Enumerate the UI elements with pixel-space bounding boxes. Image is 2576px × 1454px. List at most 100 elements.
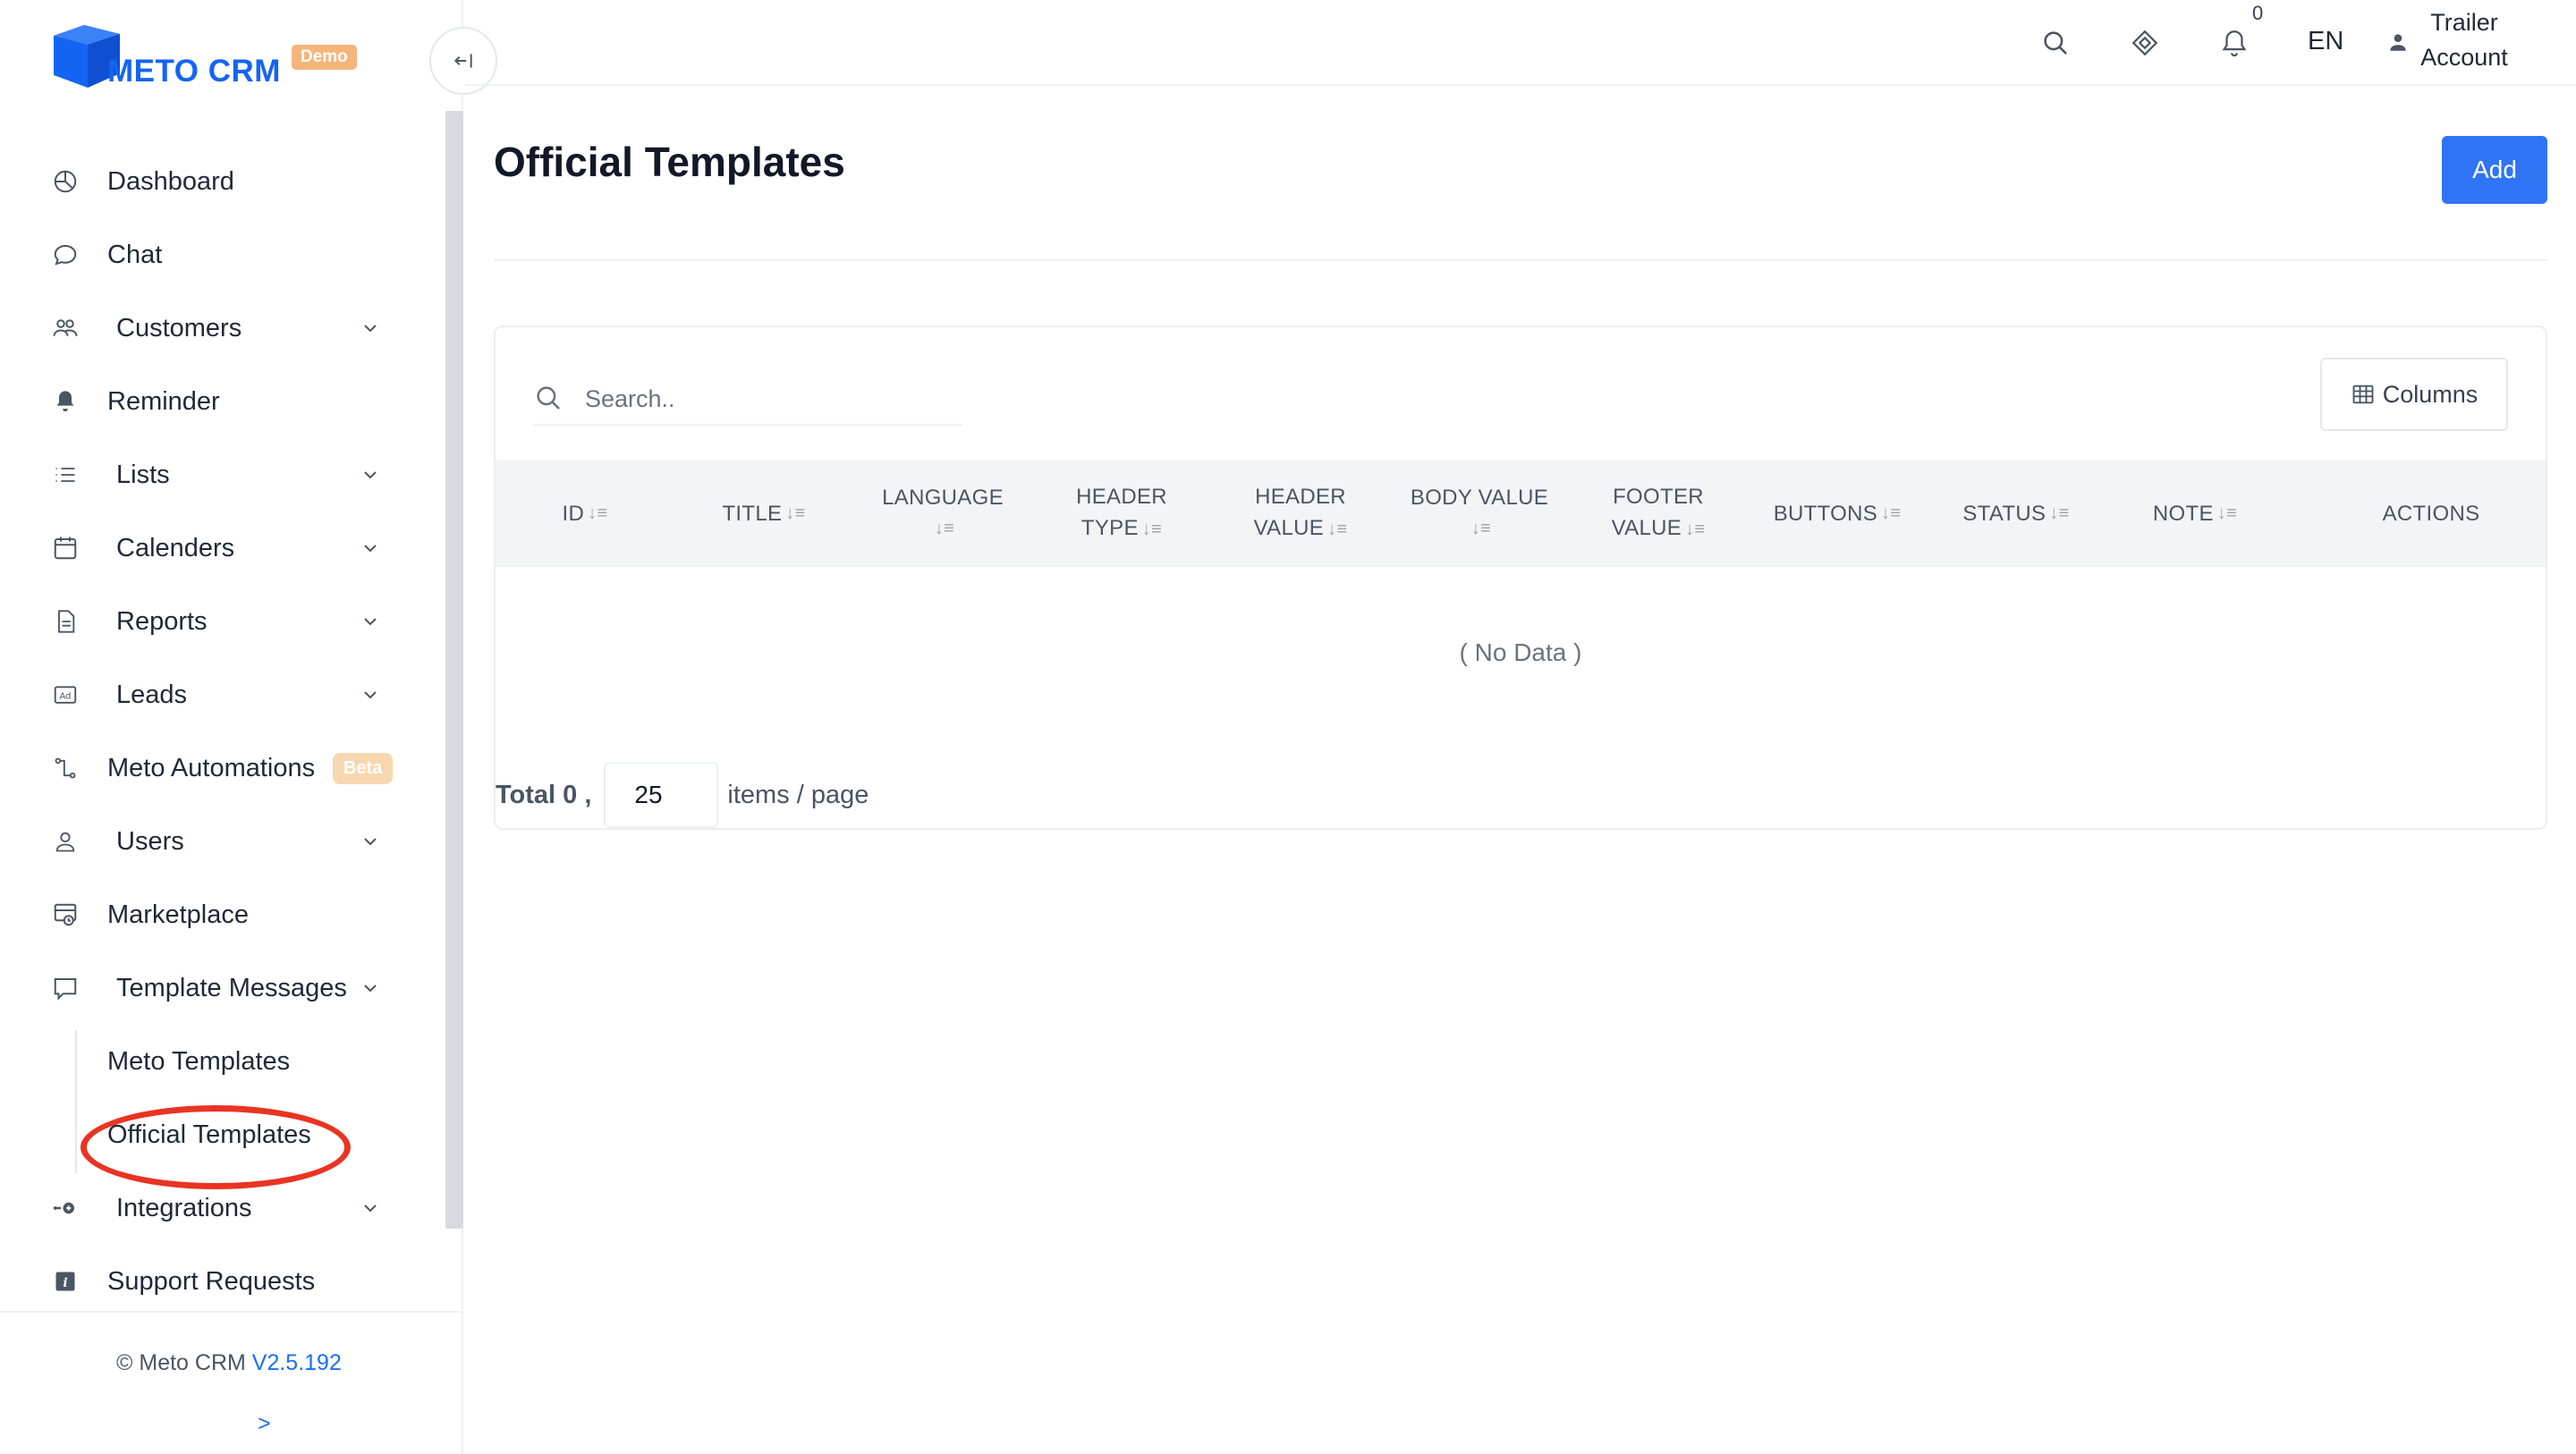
column-header[interactable]: STATUS ↓≡ xyxy=(1936,460,2097,567)
logo-text: METO CRM xyxy=(107,54,281,89)
sidebar-item-marketplace[interactable]: Marketplace xyxy=(0,883,429,946)
column-header-label: STATUS xyxy=(1962,501,2046,526)
sidebar-footer: © Meto CRM V2.5.192 > xyxy=(0,1311,463,1454)
column-header[interactable]: HEADER TYPE ↓≡ xyxy=(1041,460,1202,567)
chevron-down-icon xyxy=(364,838,377,846)
expand-footer-button[interactable]: > xyxy=(258,1411,271,1437)
sidebar-item-template-messages[interactable]: Template Messages xyxy=(0,957,429,1019)
sidebar-item-customers[interactable]: Customers xyxy=(0,297,429,359)
user-account-menu[interactable]: Trailer Account xyxy=(2415,5,2513,75)
sort-icon[interactable]: ↓≡ xyxy=(1881,498,1901,529)
sidebar-item-users[interactable]: Users xyxy=(0,810,429,873)
column-header[interactable]: ID ↓≡ xyxy=(504,460,665,567)
column-header-label-line2: VALUE ↓≡ xyxy=(1254,512,1348,545)
column-header-label-line2: VALUE ↓≡ xyxy=(1612,512,1706,545)
sidebar-item-chat[interactable]: Chat xyxy=(0,224,429,286)
sort-icon[interactable]: ↓≡ xyxy=(2049,498,2069,529)
search-icon[interactable] xyxy=(2038,25,2073,61)
column-header-label: NOTE xyxy=(2152,501,2214,526)
sidebar-item-label: Meto Automations xyxy=(107,753,316,782)
page-size-select[interactable]: 25 xyxy=(604,762,719,828)
sort-icon[interactable]: ↓≡ xyxy=(935,513,954,545)
sidebar-item-reminder[interactable]: Reminder xyxy=(0,370,429,433)
demo-badge: Demo xyxy=(292,45,357,70)
add-button[interactable]: Add xyxy=(2442,136,2547,204)
chevron-down-icon xyxy=(364,1205,377,1213)
sidebar-scrollbar[interactable] xyxy=(445,111,463,1229)
column-header-label-text: VALUE xyxy=(1253,516,1325,540)
column-header[interactable]: HEADER VALUE ↓≡ xyxy=(1220,460,1381,567)
column-header[interactable]: BODY VALUE ↓≡ xyxy=(1399,460,1560,567)
sidebar-item-meto-automations[interactable]: Meto Automations Beta xyxy=(0,737,429,799)
language-switcher[interactable]: EN xyxy=(2308,27,2343,56)
user-name-line1: Trailer xyxy=(2430,9,2498,36)
sort-icon[interactable]: ↓≡ xyxy=(1142,520,1162,539)
sidebar-item-label: Official Templates xyxy=(107,1120,311,1149)
search-input[interactable] xyxy=(585,377,952,420)
sidebar-item-label: Dashboard xyxy=(107,166,234,196)
sidebar-item-support-requests[interactable]: i Support Requests xyxy=(0,1250,429,1313)
title-divider xyxy=(494,259,2547,261)
sidebar-item-label: Lists xyxy=(116,460,170,489)
chevron-down-icon xyxy=(364,471,377,479)
user-icon xyxy=(2390,34,2406,51)
sidebar-item-label: Template Messages xyxy=(116,973,347,1002)
sidebar-item-integrations[interactable]: Integrations xyxy=(0,1177,429,1239)
chevron-down-icon xyxy=(364,545,377,553)
sidebar-item-lists[interactable]: Lists xyxy=(0,444,429,506)
column-header[interactable]: LANGUAGE ↓≡ xyxy=(862,460,1023,567)
sidebar-item-label: Calenders xyxy=(116,533,235,562)
copyright-text: © Meto CRM xyxy=(116,1350,246,1375)
sidebar-item-leads[interactable]: Ad Leads xyxy=(0,664,429,726)
diamond-icon[interactable] xyxy=(2127,25,2163,61)
logo[interactable]: METO CRM Demo xyxy=(48,20,370,95)
columns-label: Columns xyxy=(2382,380,2479,408)
beta-badge: Beta xyxy=(333,752,394,784)
pagination: Total 0 , 25 items / page xyxy=(496,762,869,828)
sort-icon[interactable]: ↓≡ xyxy=(588,498,607,529)
column-header[interactable]: FOOTER VALUE ↓≡ xyxy=(1578,460,1739,567)
sort-icon[interactable]: ↓≡ xyxy=(1471,513,1491,545)
customers-icon xyxy=(50,313,80,343)
info-icon: i xyxy=(50,1266,80,1297)
column-header-label-line2: TYPE ↓≡ xyxy=(1081,512,1162,545)
sidebar-item-label: Marketplace xyxy=(107,900,249,929)
bell-icon xyxy=(50,386,80,417)
column-header-label: ACTIONS xyxy=(2382,501,2480,526)
column-header[interactable]: BUTTONS ↓≡ xyxy=(1748,460,1927,567)
user-name-line2: Account xyxy=(2420,44,2508,71)
notification-bell-icon[interactable] xyxy=(2216,25,2252,61)
column-header[interactable]: ACTIONS xyxy=(2333,460,2529,567)
sort-icon[interactable]: ↓≡ xyxy=(2217,498,2237,529)
column-header-label: LANGUAGE xyxy=(882,486,1004,510)
sidebar-item-official-templates[interactable]: Official Templates xyxy=(0,1103,429,1166)
column-header[interactable]: NOTE ↓≡ xyxy=(2114,460,2275,567)
list-icon xyxy=(50,460,80,490)
sidebar-item-label: Meto Templates xyxy=(107,1046,291,1076)
items-per-page-label: items / page xyxy=(727,780,869,809)
chat-icon xyxy=(50,240,80,270)
sidebar-item-calenders[interactable]: Calenders xyxy=(0,517,429,579)
chevron-down-icon xyxy=(364,618,377,626)
sort-icon[interactable]: ↓≡ xyxy=(1685,520,1705,539)
table-header: ID ↓≡ TITLE ↓≡ LANGUAGE ↓≡ HEADER TYPE ↓≡ HEADER V… xyxy=(496,460,2546,567)
sidebar-item-reports[interactable]: Reports xyxy=(0,590,429,653)
chevron-down-icon xyxy=(364,691,377,699)
sort-icon[interactable]: ↓≡ xyxy=(1327,520,1347,539)
version-link[interactable]: V2.5.192 xyxy=(252,1350,342,1375)
sidebar-item-meto-templates[interactable]: Meto Templates xyxy=(0,1030,429,1093)
sidebar-item-label: Reports xyxy=(116,606,208,636)
sort-icon[interactable]: ↓≡ xyxy=(785,498,805,529)
column-header-label: BUTTONS xyxy=(1773,501,1878,526)
copyright: © Meto CRM V2.5.192 xyxy=(116,1350,342,1376)
integrations-icon xyxy=(50,1193,80,1223)
column-header-label: FOOTER xyxy=(1613,485,1704,509)
column-header-label: ID xyxy=(562,501,585,526)
notification-count: 0 xyxy=(2252,2,2264,24)
column-header[interactable]: TITLE ↓≡ xyxy=(683,460,844,567)
dashboard-icon xyxy=(50,166,80,197)
sidebar-item-label: Reminder xyxy=(107,386,220,416)
sidebar-item-dashboard[interactable]: Dashboard xyxy=(0,150,429,213)
column-header-label: HEADER xyxy=(1076,485,1167,509)
columns-button[interactable]: Columns xyxy=(2320,358,2508,431)
